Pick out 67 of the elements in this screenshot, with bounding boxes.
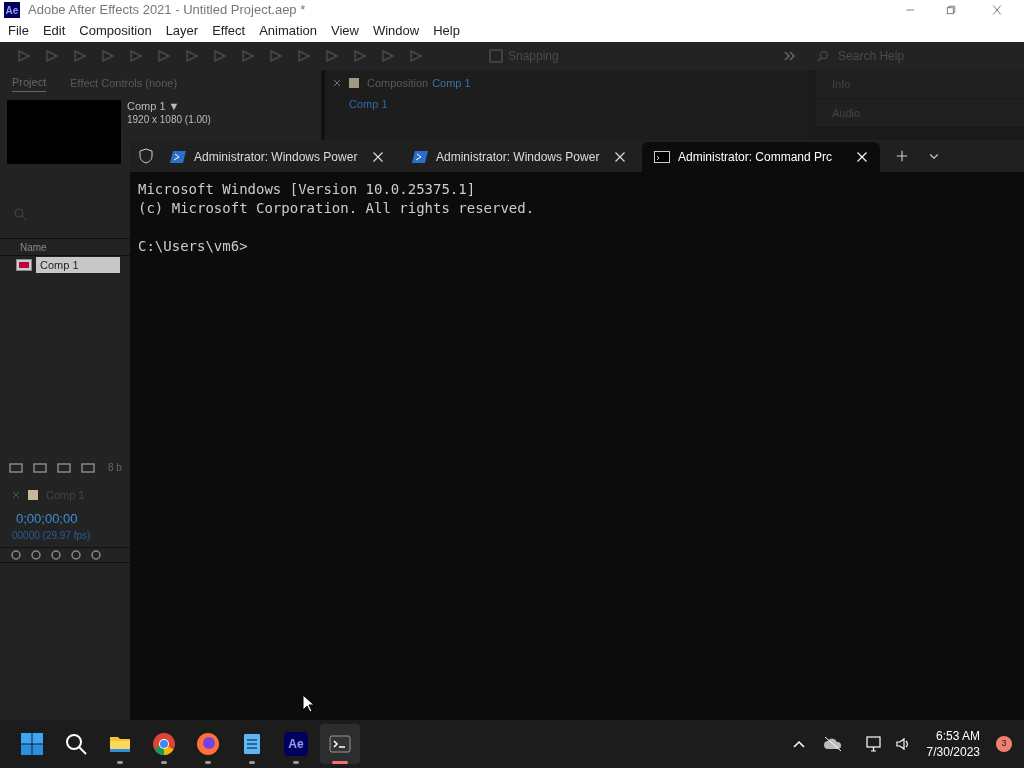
tool-icon[interactable]	[380, 48, 396, 64]
app-logo-icon: Ae	[284, 732, 308, 756]
window-title: Adobe After Effects 2021 - Untitled Project.aep *	[28, 1, 306, 20]
app-logo-icon: Ae	[4, 2, 20, 18]
mouse-pointer-icon	[302, 694, 314, 712]
tab-title: Administrator: Windows Power	[194, 149, 359, 166]
powershell-icon	[412, 151, 428, 163]
tool-icon[interactable]	[408, 48, 424, 64]
tool-icon[interactable]	[352, 48, 368, 64]
tool-icon[interactable]	[212, 48, 228, 64]
tool-icon[interactable]	[156, 48, 172, 64]
terminal-icon	[328, 732, 352, 756]
column-header[interactable]: Name	[20, 239, 47, 255]
tool-icon[interactable]	[184, 48, 200, 64]
search-icon	[64, 732, 88, 756]
plus-icon[interactable]	[896, 150, 908, 162]
tool-icon[interactable]	[16, 48, 32, 64]
notification-badge[interactable]: 3	[996, 736, 1012, 752]
clock-date: 7/30/2023	[926, 744, 980, 760]
speaker-icon[interactable]	[894, 736, 911, 752]
taskbar-button[interactable]: Ae	[276, 724, 316, 764]
tool-icon[interactable]	[128, 48, 144, 64]
menu-item[interactable]: Window	[372, 21, 420, 41]
chevrons-icon[interactable]	[784, 51, 796, 61]
menu-item[interactable]: Effect	[212, 21, 246, 41]
tab-title: Administrator: Command Prc	[678, 149, 834, 166]
browser-icon	[152, 732, 176, 756]
menu-item[interactable]: Animation	[259, 21, 317, 41]
menu-item[interactable]: File	[8, 21, 29, 41]
label-swatch-icon	[28, 489, 38, 500]
windows-logo-icon	[20, 732, 44, 756]
menu-item[interactable]: Edit	[42, 21, 66, 41]
tool-icon[interactable]	[324, 48, 340, 64]
project-item[interactable]: Comp 1	[36, 256, 120, 274]
tool-icon[interactable]	[268, 48, 284, 64]
console-line: C:\Users\vm6>	[138, 237, 249, 256]
tool-icon[interactable]	[44, 48, 60, 64]
composition-icon	[16, 259, 32, 271]
menu-item[interactable]: View	[331, 21, 359, 41]
search-icon[interactable]	[816, 48, 831, 64]
tool-icon[interactable]	[296, 48, 312, 64]
search-icon[interactable]	[12, 206, 28, 222]
timecode: 0;00;00;00	[15, 509, 79, 528]
item-size: 1920 x 1080 (1.00)	[127, 113, 211, 126]
console-line: Microsoft Windows [Version 10.0.25375.1]	[138, 180, 477, 199]
clock-time: 6:53 AM	[935, 728, 980, 744]
terminal-tab[interactable]: Administrator: Windows Power	[400, 142, 638, 172]
fox-globe-icon	[196, 732, 220, 756]
powershell-icon	[170, 151, 186, 163]
label-swatch-icon	[349, 78, 359, 88]
shield-icon[interactable]	[138, 148, 154, 164]
tool-icon[interactable]	[72, 48, 88, 64]
item-name: Comp 1 ▼	[127, 100, 181, 113]
menu-item[interactable]: Layer	[165, 21, 199, 41]
clock[interactable]: 6:53 AM 7/30/2023	[926, 728, 980, 760]
tab-title: Administrator: Windows Power	[436, 149, 601, 166]
console-line: (c) Microsoft Corporation. All rights reserved.	[138, 199, 536, 218]
cloud-off-icon[interactable]	[822, 736, 843, 752]
frame-count: 00000 (29.97 fps)	[11, 529, 92, 544]
tool-icon[interactable]	[100, 48, 116, 64]
checkbox-icon[interactable]	[488, 48, 504, 64]
terminal-tab[interactable]: Administrator: Command Prc	[642, 142, 880, 172]
console-icon	[654, 151, 670, 163]
menu-item[interactable]: Composition	[79, 21, 152, 41]
menu-item[interactable]: Help	[433, 21, 460, 41]
terminal-tab[interactable]: Administrator: Windows Power	[158, 142, 396, 172]
tool-icon[interactable]	[240, 48, 256, 64]
